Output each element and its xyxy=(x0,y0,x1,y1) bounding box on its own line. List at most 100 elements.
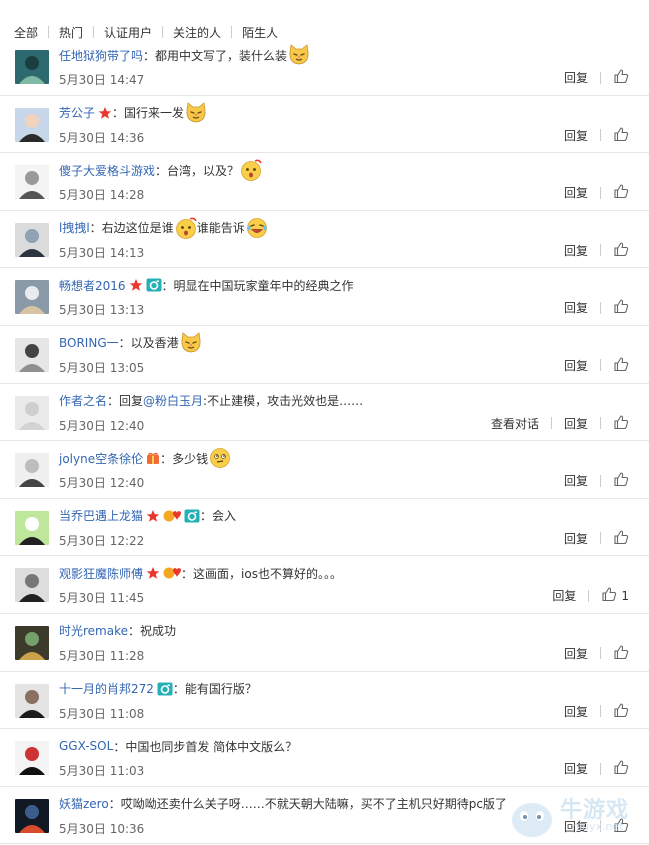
comment-actions: 回复 xyxy=(564,529,629,548)
avatar[interactable] xyxy=(15,107,49,142)
comment-text: ：中国也同步首发 简体中文版么？ xyxy=(113,739,298,754)
reply-button[interactable]: 回复 xyxy=(564,472,588,489)
like-count: 1 xyxy=(621,588,629,603)
username-link[interactable]: BORING一 xyxy=(59,334,119,351)
like-button[interactable] xyxy=(613,471,629,490)
username-link[interactable]: 观影狂魔陈师傅 xyxy=(59,565,143,582)
reply-button[interactable]: 回复 xyxy=(564,127,588,144)
avatar[interactable] xyxy=(15,568,49,603)
surprised-emoji-icon xyxy=(240,159,262,182)
tab-divider xyxy=(48,26,50,38)
comment-item: l拽拽l ：右边这位是谁 谁能告诉 5月30日 14:13 回复 xyxy=(0,211,649,269)
reply-button[interactable]: 回复 xyxy=(564,299,588,316)
thumbs-up-icon xyxy=(601,586,617,605)
comment-line: 观影狂魔陈师傅 ：这画面，ios也不算好的。。。 xyxy=(59,564,342,582)
avatar[interactable] xyxy=(15,625,49,660)
username-link[interactable]: 当乔巴遇上龙猫 xyxy=(59,507,143,524)
cat-emoji-icon xyxy=(185,101,207,124)
username-link[interactable]: GGX-SOL xyxy=(59,739,113,753)
username-link[interactable]: 畅想者2016 xyxy=(59,277,126,294)
reply-button[interactable]: 回复 xyxy=(564,242,588,259)
reply-button[interactable]: 回复 xyxy=(564,760,588,777)
avatar[interactable] xyxy=(15,395,49,430)
thumbs-up-icon xyxy=(613,183,629,202)
comment-line: GGX-SOL ：中国也同步首发 简体中文版么？ xyxy=(59,737,297,755)
avatar[interactable] xyxy=(15,741,49,776)
username-link[interactable]: 芳公子 xyxy=(59,104,95,121)
comment-actions: 回复 1 xyxy=(552,586,629,605)
thumbs-up-icon xyxy=(613,471,629,490)
action-divider xyxy=(600,71,601,84)
camera-badge-icon xyxy=(146,278,162,292)
comment-timestamp: 5月30日 14:28 xyxy=(59,188,145,203)
username-link[interactable]: jolyne空条徐伦 xyxy=(59,450,143,467)
avatar[interactable] xyxy=(15,280,49,315)
avatar[interactable] xyxy=(15,453,49,488)
tab-divider xyxy=(162,26,164,38)
comment-text: ：多少钱 xyxy=(160,451,209,466)
avatar[interactable] xyxy=(15,50,49,84)
reply-button[interactable]: 回复 xyxy=(564,69,588,86)
comment-actions: 查看对话 回复 xyxy=(491,414,629,433)
action-divider xyxy=(600,417,601,430)
camera-badge-icon xyxy=(157,682,173,696)
reply-button[interactable]: 回复 xyxy=(564,530,588,547)
star-badge-icon xyxy=(98,106,112,120)
avatar[interactable] xyxy=(15,165,49,200)
username-link[interactable]: 傻子大爱格斗游戏 xyxy=(59,162,155,179)
comment-timestamp: 5月30日 11:45 xyxy=(59,591,145,606)
comment-timestamp: 5月30日 11:28 xyxy=(59,648,145,663)
like-button[interactable] xyxy=(613,68,629,87)
thumbs-up-icon xyxy=(613,68,629,87)
comment-text: ：以及香港 xyxy=(118,336,179,351)
comment-text: ：国行来一发 xyxy=(112,106,185,121)
like-button[interactable] xyxy=(613,126,629,145)
like-button[interactable] xyxy=(613,702,629,721)
like-button[interactable] xyxy=(613,241,629,260)
reply-button[interactable]: 回复 xyxy=(564,357,588,374)
star-badge-icon xyxy=(129,278,143,292)
comment-actions: 回复 xyxy=(564,702,629,721)
username-link[interactable]: 妖猫zero xyxy=(59,795,109,812)
like-button[interactable] xyxy=(613,529,629,548)
reply-button[interactable]: 回复 xyxy=(564,415,588,432)
like-button[interactable] xyxy=(613,759,629,778)
like-button[interactable] xyxy=(613,183,629,202)
comment-text-continued: 谁能告诉 xyxy=(196,221,245,236)
like-button[interactable] xyxy=(613,298,629,317)
comment-item: 畅想者2016 ：明显在中国玩家童年中的经典之作 5月30日 13:13 回复 xyxy=(0,268,649,326)
avatar[interactable] xyxy=(15,222,49,257)
like-button[interactable] xyxy=(613,644,629,663)
avatar[interactable] xyxy=(15,510,49,545)
reply-button[interactable]: 回复 xyxy=(564,645,588,662)
tab-divider xyxy=(231,26,233,38)
username-link[interactable]: 时光remake xyxy=(59,622,128,639)
comment-item: 傻子大爱格斗游戏 ：台湾，以及？ 5月30日 14:28 回复 xyxy=(0,153,649,211)
camera-badge-icon xyxy=(184,509,200,523)
mention-link[interactable]: @粉白玉月 xyxy=(143,392,203,409)
reply-button[interactable]: 回复 xyxy=(564,184,588,201)
username-link[interactable]: l拽拽l xyxy=(59,219,90,236)
action-divider xyxy=(600,532,601,545)
action-divider xyxy=(600,244,601,257)
like-button[interactable]: 1 xyxy=(601,586,629,605)
reply-button[interactable]: 回复 xyxy=(552,587,576,604)
comment-actions: 回复 xyxy=(564,126,629,145)
comment-actions: 回复 xyxy=(564,68,629,87)
avatar[interactable] xyxy=(15,798,49,833)
comment-item: GGX-SOL ：中国也同步首发 简体中文版么？ 5月30日 11:03 回复 xyxy=(0,729,649,787)
heart-badge-icon xyxy=(163,509,182,523)
thumbs-up-icon xyxy=(613,126,629,145)
username-link[interactable]: 作者之名 xyxy=(59,392,107,409)
cat-emoji-icon xyxy=(288,44,310,66)
avatar[interactable] xyxy=(15,683,49,718)
like-button[interactable] xyxy=(613,414,629,433)
reply-button[interactable]: 回复 xyxy=(564,703,588,720)
cat-emoji-icon xyxy=(180,332,202,354)
watermark: 牛游戏 niuyx.net xyxy=(510,788,645,843)
username-link[interactable]: 十一月的肖邦272 xyxy=(59,680,154,697)
view-conversation-button[interactable]: 查看对话 xyxy=(491,415,539,432)
username-link[interactable]: 任地狱狗带了吗 xyxy=(59,47,143,64)
like-button[interactable] xyxy=(613,356,629,375)
avatar[interactable] xyxy=(15,337,49,372)
